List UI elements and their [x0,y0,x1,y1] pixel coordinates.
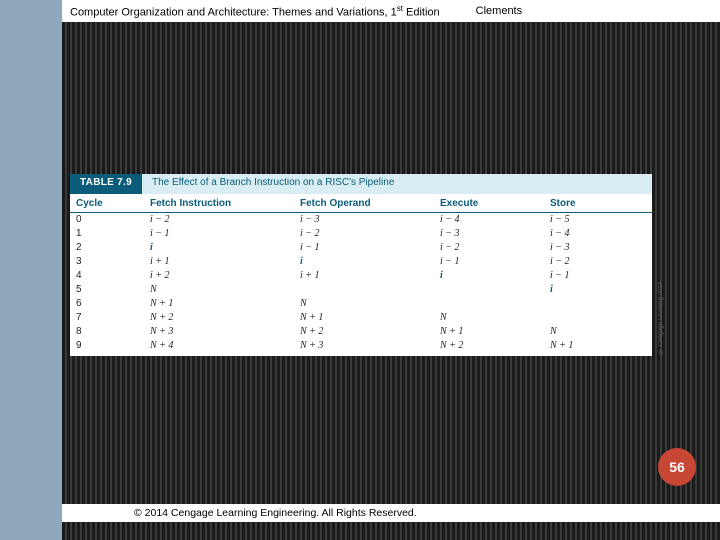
copyright-text: © 2014 Cengage Learning Engineering. All… [134,507,417,519]
table-cell: N + 1 [550,339,640,353]
table-cell: N [440,311,550,325]
table-cell: i − 2 [550,255,640,269]
table-cell [550,311,640,325]
table-cell: i − 1 [300,241,440,255]
table-cell: N + 1 [300,311,440,325]
table-cell: N + 2 [300,325,440,339]
table-cell: i + 1 [300,269,440,283]
table-cell: i − 1 [550,269,640,283]
left-accent-column [0,0,62,540]
table-cell: i − 2 [300,227,440,241]
table-row: 3i + 1ii − 1i − 2 [70,255,652,269]
table-cell [550,297,640,311]
author-name: Clements [476,5,522,17]
table-cell: N + 2 [150,311,300,325]
table-cell: i − 1 [440,255,550,269]
table-cell: 3 [70,255,150,269]
table-row: 2ii − 1i − 2i − 3 [70,241,652,255]
book-title-pre: Computer Organization and Architecture: … [70,6,397,18]
col-header-cycle: Cycle [70,198,150,209]
table-cell: 5 [70,283,150,297]
table-cell: 4 [70,269,150,283]
table-cell: i − 3 [440,227,550,241]
table-row: 9N + 4N + 3N + 2N + 1 [70,339,652,356]
table-cell: N + 3 [150,325,300,339]
table-body: 0i − 2i − 3i − 4i − 51i − 1i − 2i − 3i −… [70,213,652,356]
table-cell: 7 [70,311,150,325]
table-cell: i + 2 [150,269,300,283]
table-caption: The Effect of a Branch Instruction on a … [142,174,652,194]
side-credit: © Cengage Learning 2014 [658,282,664,354]
table-cell: N + 1 [150,297,300,311]
table-cell: i + 1 [150,255,300,269]
table-cell: N + 4 [150,339,300,353]
table-cell: i [550,283,640,297]
page-number: 56 [669,459,685,475]
col-header-store: Store [550,198,640,209]
table-cell: N [300,297,440,311]
header-band: Computer Organization and Architecture: … [62,0,720,22]
copyright-band: © 2014 Cengage Learning Engineering. All… [62,504,720,522]
col-header-fetch-instruction: Fetch Instruction [150,198,300,209]
table-cell: 0 [70,213,150,227]
table-row: 8N + 3N + 2N + 1N [70,325,652,339]
table-cell [300,283,440,297]
table-cell [440,283,550,297]
table-cell: 9 [70,339,150,353]
table-cell: 2 [70,241,150,255]
table-header-row: Cycle Fetch Instruction Fetch Operand Ex… [70,194,652,213]
col-header-execute: Execute [440,198,550,209]
table-card: TABLE 7.9 The Effect of a Branch Instruc… [70,174,652,356]
table-cell: N + 3 [300,339,440,353]
table-row: 5Ni [70,283,652,297]
table-title-bar: TABLE 7.9 The Effect of a Branch Instruc… [70,174,652,194]
table-cell: i − 4 [440,213,550,227]
table-cell: i − 2 [150,213,300,227]
table-cell: i − 5 [550,213,640,227]
table-row: 4i + 2i + 1ii − 1 [70,269,652,283]
table-row: 1i − 1i − 2i − 3i − 4 [70,227,652,241]
table-row: 6N + 1N [70,297,652,311]
table-cell: i [300,255,440,269]
table-tag: TABLE 7.9 [70,174,142,194]
table-row: 0i − 2i − 3i − 4i − 5 [70,213,652,227]
table-cell: i [150,241,300,255]
table-cell: 8 [70,325,150,339]
table-cell: N [150,283,300,297]
table-cell [440,297,550,311]
table-cell: i − 4 [550,227,640,241]
table-cell: N + 1 [440,325,550,339]
table-cell: N + 2 [440,339,550,353]
page-number-badge: 56 [658,448,696,486]
book-title-post: Edition [403,6,440,18]
table-cell: 6 [70,297,150,311]
table-cell: i − 1 [150,227,300,241]
table-row: 7N + 2N + 1N [70,311,652,325]
table-cell: i − 3 [550,241,640,255]
col-header-fetch-operand: Fetch Operand [300,198,440,209]
table-cell: i − 3 [300,213,440,227]
table-cell: 1 [70,227,150,241]
table-cell: i − 2 [440,241,550,255]
table-cell: N [550,325,640,339]
book-title: Computer Organization and Architecture: … [70,4,440,19]
table-cell: i [440,269,550,283]
